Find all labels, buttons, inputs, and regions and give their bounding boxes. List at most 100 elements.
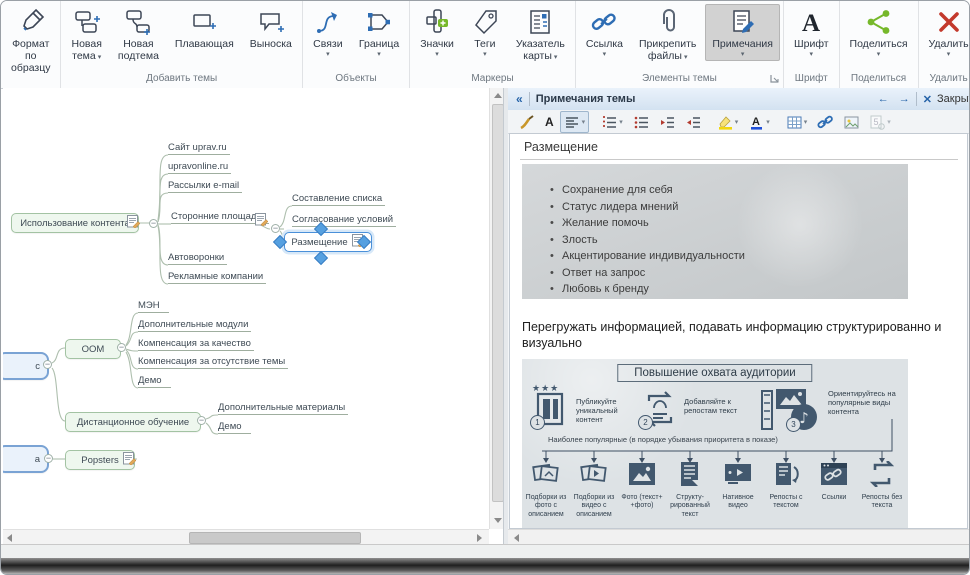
new-topic-icon xyxy=(72,7,102,37)
back-arrow-icon[interactable]: ← xyxy=(878,93,889,105)
ribbon-button-label: Прикрепить файлы xyxy=(639,38,696,62)
svg-text:A: A xyxy=(752,116,760,128)
notes-button[interactable]: Примечания ▾ xyxy=(705,4,780,61)
topic-line[interactable]: upravonline.ru xyxy=(168,161,231,174)
map-index-button[interactable]: Указатель карты▾ xyxy=(509,4,572,65)
topic-line[interactable]: Рассылки e-mail xyxy=(168,180,242,193)
notes-format-painter-button[interactable] xyxy=(515,111,539,133)
diagram-item: Нативное видео xyxy=(715,461,761,511)
close-panel-icon[interactable]: ✕ xyxy=(923,93,932,106)
font-button[interactable]: A Шрифт ▾ xyxy=(787,4,836,61)
topic-line[interactable]: МЭН xyxy=(138,300,169,313)
relationships-button[interactable]: Связи ▾ xyxy=(306,4,350,61)
dropdown-caret-icon: ▾ xyxy=(435,51,439,58)
scroll-right-arrow[interactable] xyxy=(477,534,482,542)
notes-horizontal-scrollbar[interactable] xyxy=(508,529,969,544)
notes-icon xyxy=(728,7,758,37)
share-button[interactable]: Поделиться ▾ xyxy=(843,4,915,61)
map-canvas[interactable]: − − − − − − Использование контента с ООМ… xyxy=(3,88,503,544)
topic-node-partial[interactable]: а xyxy=(3,445,49,473)
scrollbar-thumb[interactable] xyxy=(189,532,361,544)
topic-node[interactable]: Использование контента xyxy=(11,213,139,233)
format-painter-button[interactable]: Формат по образцу xyxy=(4,4,57,77)
ribbon-button-label: Удалить xyxy=(929,38,969,50)
topic-line[interactable]: Дополнительные модули xyxy=(138,319,251,332)
relationship-icon xyxy=(313,7,343,37)
collapse-toggle[interactable]: − xyxy=(271,224,280,233)
ribbon-group-topic-elements: Ссылка ▾ Прикрепить файлы▾ Примечания ▾ … xyxy=(576,1,784,88)
divider xyxy=(529,92,530,106)
topic-line[interactable]: Автоворонки xyxy=(168,252,227,265)
step-number-badge: 3 xyxy=(786,417,801,432)
note-image-diagram[interactable]: Повышение охвата аудитории ★★★ 1 Публику… xyxy=(522,359,908,529)
scrollbar-thumb[interactable] xyxy=(492,104,503,502)
hyperlink-button[interactable]: Ссылка ▾ xyxy=(579,4,630,61)
topic-line[interactable]: Демо xyxy=(218,421,251,434)
notes-editor[interactable]: Размещение •Сохранение для себя •Статус … xyxy=(509,133,968,529)
notes-image-button[interactable] xyxy=(839,111,863,133)
close-panel-label[interactable]: Закрыть xyxy=(937,93,969,105)
ribbon-button-label: Связи xyxy=(313,38,342,50)
diagram-item: Фото (текст+ +фото) xyxy=(619,461,665,511)
icons-button[interactable]: Значки ▾ xyxy=(413,4,461,61)
scroll-left-arrow[interactable] xyxy=(7,534,12,542)
topic-line[interactable]: Компенсация за качество xyxy=(138,338,254,351)
topic-line[interactable]: Рекламные компании xyxy=(168,271,266,284)
notes-bullets-button[interactable] xyxy=(629,111,653,133)
note-image-bullets-slide[interactable]: •Сохранение для себя •Статус лидера мнен… xyxy=(522,164,908,299)
scroll-down-arrow[interactable] xyxy=(494,518,502,523)
diagram-item: Подборки из фото с описанием xyxy=(523,461,569,519)
topic-line[interactable]: Дополнительные материалы xyxy=(218,402,348,415)
topic-line[interactable]: Компенсация за отсутствие темы xyxy=(138,356,288,369)
scroll-left-arrow[interactable] xyxy=(514,534,519,542)
scroll-up-arrow[interactable] xyxy=(494,93,502,98)
topic-line[interactable]: Составление списка xyxy=(292,193,385,206)
collapse-toggle[interactable]: − xyxy=(149,219,158,228)
status-bar xyxy=(1,544,969,559)
topic-line[interactable]: Сайт uprav.ru xyxy=(168,142,230,155)
forward-arrow-icon[interactable]: → xyxy=(899,93,910,105)
topic-line[interactable]: Согласование условий xyxy=(292,214,396,227)
notes-spreadsheet-button[interactable]: 5▾ xyxy=(865,111,895,133)
boundary-button[interactable]: Граница ▾ xyxy=(352,4,406,61)
notes-indent-button[interactable] xyxy=(681,111,705,133)
collapse-toggle[interactable]: − xyxy=(44,454,53,463)
svg-text:5: 5 xyxy=(874,117,879,127)
tags-button[interactable]: Теги ▾ xyxy=(463,4,507,61)
new-topic-button[interactable]: Новая тема▾ xyxy=(64,4,108,65)
attach-files-button[interactable]: Прикрепить файлы▾ xyxy=(632,4,703,65)
ribbon-group-add-topics: Новая тема▾ Новая подтема Плавающая Выно… xyxy=(61,1,302,88)
note-heading: Размещение xyxy=(524,140,598,154)
notes-outdent-button[interactable] xyxy=(655,111,679,133)
collapse-toggle[interactable]: − xyxy=(117,343,126,352)
ribbon-button-label: Шрифт xyxy=(794,38,829,50)
topic-notes-icon[interactable] xyxy=(127,215,140,233)
map-vertical-scrollbar[interactable] xyxy=(489,88,503,529)
ribbon-group-objects: Связи ▾ Граница ▾ Объекты xyxy=(303,1,410,88)
collapse-toggle[interactable]: − xyxy=(43,360,52,369)
notes-numbering-button[interactable]: ▾ xyxy=(597,111,627,133)
notes-highlight-button[interactable]: ▾ xyxy=(713,111,743,133)
collapse-toggle[interactable]: − xyxy=(197,416,206,425)
collapse-panel-icon[interactable]: « xyxy=(516,92,523,106)
callout-button[interactable]: Выноска xyxy=(243,4,299,53)
topic-notes-icon[interactable] xyxy=(123,452,136,470)
notes-font-color-button[interactable]: A▾ xyxy=(744,111,774,133)
notes-font-button[interactable]: A xyxy=(541,112,558,132)
topic-node-partial[interactable]: с xyxy=(3,352,49,380)
notes-link-button[interactable] xyxy=(813,111,837,133)
svg-text:A: A xyxy=(802,10,820,37)
ribbon-group-label: Поделиться xyxy=(840,71,918,88)
dropdown-caret-icon: ▾ xyxy=(804,118,808,126)
map-horizontal-scrollbar[interactable] xyxy=(3,529,489,544)
notes-table-button[interactable]: ▾ xyxy=(782,111,812,133)
dialog-launcher-icon[interactable] xyxy=(769,73,780,84)
notes-align-button[interactable]: ▾ xyxy=(560,111,590,133)
delete-button[interactable]: Удалить ▾ xyxy=(922,4,970,61)
topic-node[interactable]: Дистанционное обучение xyxy=(65,412,201,432)
floating-topic-button[interactable]: Плавающая xyxy=(168,4,241,53)
topic-node[interactable]: ООМ xyxy=(65,339,121,359)
new-subtopic-button[interactable]: Новая подтема xyxy=(111,4,166,65)
topic-notes-icon[interactable] xyxy=(255,213,268,231)
topic-line[interactable]: Демо xyxy=(138,375,171,388)
